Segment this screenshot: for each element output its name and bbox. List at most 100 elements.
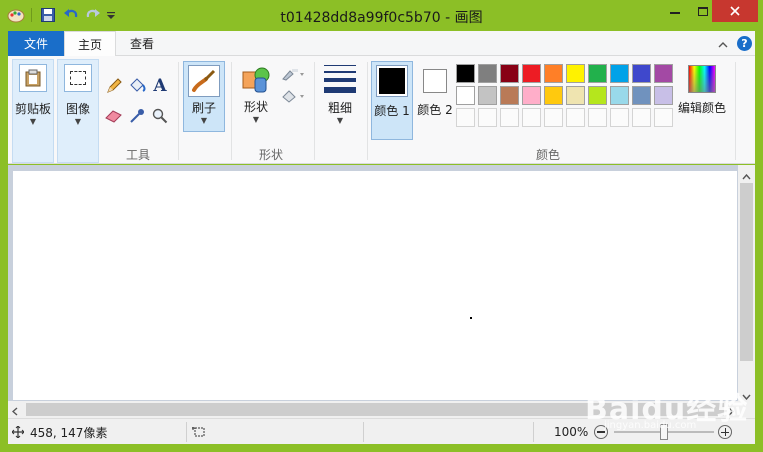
status-bar: 458, 147像素 100% [8,418,755,444]
palette-swatch[interactable] [544,86,563,105]
palette-swatch[interactable] [500,86,519,105]
palette-swatch[interactable] [500,64,519,83]
palette-swatch[interactable] [522,64,541,83]
select-rectangle-icon [64,64,92,92]
paint-window: t01428dd8a99f0c5b70 - 画图 文件 主页 查看 ? 剪贴板 … [0,0,763,452]
palette-swatch[interactable] [654,64,673,83]
cursor-coords: 458, 147像素 [30,425,108,440]
shapes-icon [240,64,272,96]
size-button[interactable]: 粗细 ▼ [319,61,361,132]
image-button[interactable]: 图像 ▼ [57,59,99,163]
custom-color-slot[interactable] [632,108,651,127]
clipboard-button[interactable]: 剪贴板 ▼ [12,59,54,163]
palette-swatch[interactable] [566,86,585,105]
scroll-left-icon[interactable] [11,405,18,419]
brush-icon [188,65,220,97]
collapse-ribbon-icon[interactable] [718,38,728,52]
custom-color-slot[interactable] [500,108,519,127]
ribbon-divider [735,62,736,160]
tab-file[interactable]: 文件 [8,31,64,56]
vertical-scrollbar[interactable] [738,165,755,401]
chevron-down-icon: ▼ [74,117,82,126]
ribbon-divider [367,62,368,160]
ribbon-divider [314,62,315,160]
ribbon-divider [231,62,232,160]
palette-swatch[interactable] [632,86,651,105]
clipboard-icon [19,64,47,92]
palette-swatch[interactable] [456,86,475,105]
horizontal-scroll-thumb[interactable] [26,403,724,416]
line-width-icon [324,65,356,93]
zoom-out-button[interactable] [594,419,608,445]
maximize-icon [698,6,708,16]
chevron-down-icon: ▼ [200,116,208,125]
color2-button[interactable]: 颜色 2 [415,61,455,140]
palette-swatch[interactable] [610,86,629,105]
tab-home[interactable]: 主页 [64,31,116,57]
palette-swatch[interactable] [588,86,607,105]
palette-swatch[interactable] [654,86,673,105]
title-bar: t01428dd8a99f0c5b70 - 画图 [0,0,763,31]
custom-color-slot[interactable] [522,108,541,127]
chevron-down-icon: ▼ [336,116,344,125]
shapes-button[interactable]: 形状 ▼ [236,61,276,132]
status-divider [363,422,364,442]
palette-swatch[interactable] [478,64,497,83]
palette-swatch[interactable] [588,64,607,83]
eraser-icon[interactable] [104,106,124,126]
brushes-button[interactable]: 刷子 ▼ [183,61,225,132]
pencil-icon[interactable] [104,76,124,96]
custom-color-slot[interactable] [610,108,629,127]
scroll-right-icon[interactable] [728,405,735,419]
status-divider [533,422,534,442]
vertical-scroll-thumb[interactable] [740,183,753,361]
text-tool-icon[interactable]: A [150,76,170,96]
selection-size-icon [192,419,206,445]
drawing-canvas[interactable] [13,171,737,400]
size-label: 粗细 [327,101,352,115]
custom-color-slot[interactable] [654,108,673,127]
zoom-level: 100% [554,425,589,439]
magnifier-icon[interactable] [150,106,170,126]
scroll-up-icon[interactable] [742,169,751,183]
palette-swatch[interactable] [478,86,497,105]
palette-swatch[interactable] [522,86,541,105]
custom-color-slot[interactable] [456,108,475,127]
zoom-in-button[interactable] [718,419,732,445]
horizontal-scrollbar[interactable] [8,401,738,418]
palette-swatch[interactable] [456,64,475,83]
color2-swatch [423,69,447,93]
close-icon [730,6,740,16]
zoom-slider[interactable] [614,419,714,445]
tab-view[interactable]: 查看 [116,31,168,56]
palette-swatch[interactable] [566,64,585,83]
custom-color-slot[interactable] [544,108,563,127]
color-picker-icon[interactable] [127,106,147,126]
shapes-group-label: 形状 [258,148,283,162]
custom-color-slot[interactable] [566,108,585,127]
edit-colors-button[interactable]: 编辑颜色 [674,61,730,140]
chevron-down-icon: ▼ [252,115,260,124]
zoom-slider-thumb[interactable] [660,424,668,440]
close-button[interactable] [712,0,758,22]
fill-icon[interactable] [280,86,306,106]
fill-bucket-icon[interactable] [127,76,147,96]
color-spectrum-icon [688,65,716,93]
palette-swatch[interactable] [610,64,629,83]
edit-colors-label: 编辑颜色 [677,101,726,115]
zoom-out-icon [594,425,608,439]
minimize-icon [670,12,680,14]
ribbon-tab-row: 文件 主页 查看 ? [8,31,755,57]
outline-icon[interactable] [280,64,306,84]
palette-swatch[interactable] [544,64,563,83]
custom-color-slot[interactable] [588,108,607,127]
help-icon[interactable]: ? [737,36,752,51]
minimize-button[interactable] [660,0,690,22]
brushes-label: 刷子 [191,101,216,115]
scrollbar-corner [738,401,755,418]
clipboard-label: 剪贴板 [14,102,51,116]
color1-button[interactable]: 颜色 1 [371,61,413,140]
palette-swatch[interactable] [632,64,651,83]
color1-swatch [376,65,408,97]
custom-color-slot[interactable] [478,108,497,127]
